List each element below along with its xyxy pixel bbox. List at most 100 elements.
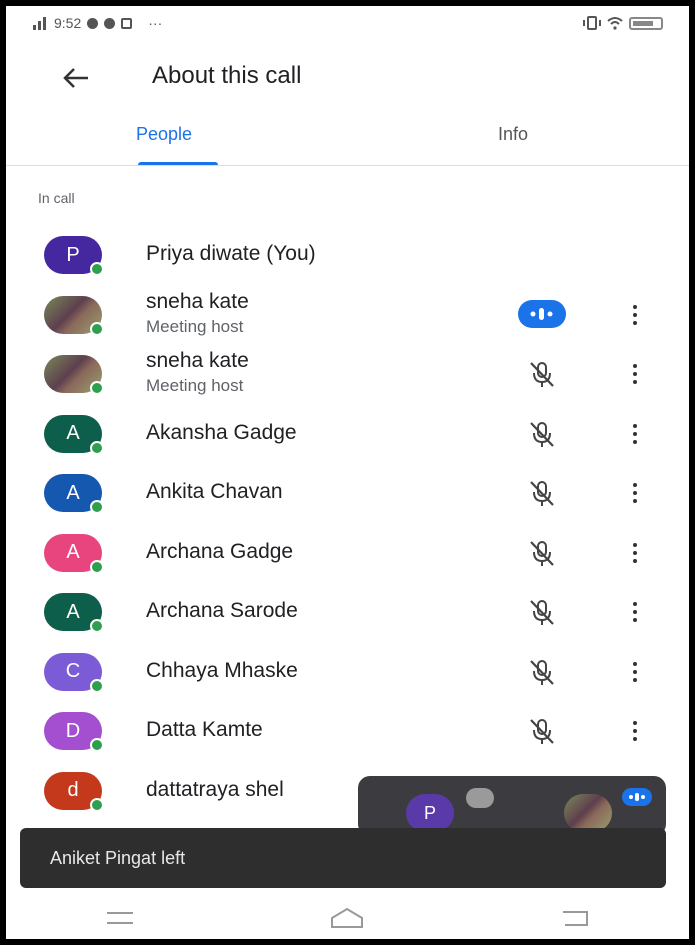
more-options-button[interactable] [620, 357, 650, 391]
presence-dot [90, 321, 104, 336]
page-title: About this call [152, 62, 302, 89]
screen: 9:52 ··· About this call People Info In … [6, 6, 689, 939]
mic-muted-button[interactable] [518, 476, 566, 510]
participant-row[interactable]: sneha kate Meeting host [6, 284, 689, 344]
more-options-button[interactable] [620, 417, 650, 451]
more-vert-icon [633, 541, 637, 565]
mic-off-icon [530, 540, 554, 566]
participant-name: sneha kate [146, 349, 249, 372]
battery-icon [629, 16, 663, 30]
participant-row[interactable]: A Archana Sarode [6, 581, 689, 641]
mic-muted-button[interactable] [518, 655, 566, 689]
mic-muted-button[interactable] [518, 714, 566, 748]
presence-dot [90, 559, 104, 574]
presence-dot [90, 500, 104, 514]
participant-row[interactable]: sneha kate Meeting host [6, 343, 689, 403]
presence-dot [90, 738, 104, 752]
meet-notification-icon [87, 17, 99, 29]
participant-name: sneha kate [146, 289, 249, 313]
audio-level-icon [530, 307, 553, 320]
more-vert-icon [633, 481, 637, 505]
participant-name: Datta Kamte [146, 718, 263, 741]
snackbar-message: Aniket Pingat left [50, 847, 186, 868]
mic-off-icon [530, 362, 554, 387]
status-time: 9:52 [54, 15, 82, 31]
participant-name: Priya diwate (You) [146, 242, 316, 265]
pip-mute-badge [466, 788, 494, 808]
status-left: 9:52 ··· [32, 15, 162, 31]
audio-level-icon [629, 793, 645, 801]
participant-row[interactable]: D Datta Kamte [6, 700, 689, 760]
more-vert-icon [633, 719, 637, 743]
mic-muted-button[interactable] [518, 417, 566, 451]
more-vert-icon [633, 600, 637, 624]
presence-dot [90, 678, 104, 693]
tab-people[interactable]: People [136, 118, 192, 166]
mic-off-icon [530, 481, 554, 506]
nav-recents-button[interactable] [100, 903, 140, 933]
app-bar: About this call [6, 46, 689, 106]
mic-muted-button[interactable] [518, 595, 566, 629]
presence-dot [90, 440, 104, 455]
mic-muted-button[interactable] [518, 357, 566, 391]
menu-icon [106, 911, 133, 924]
nav-back-button[interactable] [555, 903, 595, 933]
participant-row[interactable]: C Chhaya Mhaske [6, 641, 689, 701]
participant-name: Akansha Gadge [146, 420, 297, 444]
more-vert-icon [633, 362, 637, 386]
participant-name: dattatraya shel [146, 777, 284, 801]
more-options-button[interactable] [620, 536, 650, 570]
tab-info[interactable]: Info [498, 118, 528, 166]
participant-row[interactable]: A Archana Gadge [6, 522, 689, 582]
pip-speaker-photo [564, 794, 612, 832]
more-vert-icon [633, 303, 637, 327]
chat-notification-icon [104, 17, 116, 29]
vibrate-icon [583, 16, 601, 30]
participant-row[interactable]: A Ankita Chavan [6, 462, 689, 522]
participant-row[interactable]: A Akansha Gadge [6, 403, 689, 463]
arrow-back-icon [63, 68, 88, 88]
signal-icon [33, 17, 46, 30]
status-bar: 9:52 ··· [6, 6, 689, 40]
more-options-button[interactable] [620, 595, 650, 629]
nav-home-button[interactable] [327, 903, 367, 933]
participant-name: Ankita Chavan [146, 480, 283, 503]
wifi-icon [607, 17, 623, 30]
participant-role: Meeting host [146, 376, 244, 395]
participant-name: Archana Sarode [146, 599, 298, 622]
more-vert-icon [633, 422, 637, 446]
more-options-button[interactable] [620, 298, 650, 332]
tab-bar: People Info [6, 118, 689, 166]
section-label-in-call: In call [38, 190, 75, 206]
mic-off-icon [530, 719, 554, 744]
more-vert-icon [633, 660, 637, 684]
self-view-pip[interactable]: P [358, 776, 666, 836]
tab-indicator [138, 162, 218, 165]
mic-muted-button[interactable] [518, 536, 566, 570]
pip-self-avatar: P [406, 794, 454, 832]
more-options-button[interactable] [620, 476, 650, 510]
back-button[interactable] [56, 58, 96, 98]
participant-row[interactable]: P Priya diwate (You) [6, 224, 689, 284]
more-notifications-ellipsis: ··· [148, 15, 163, 31]
status-right [583, 16, 663, 30]
presence-dot [90, 381, 104, 395]
speaking-indicator [518, 299, 566, 328]
mic-off-icon [530, 600, 554, 625]
mic-off-icon [530, 421, 554, 447]
presence-dot [90, 619, 104, 633]
participant-name: Chhaya Mhaske [146, 658, 298, 682]
back-nav-icon [563, 910, 589, 926]
presence-dot [90, 262, 104, 276]
participant-list: P Priya diwate (You) sneha kate Meeting … [6, 224, 689, 819]
mic-off-icon [530, 659, 554, 685]
app-notification-icon [121, 17, 133, 29]
snackbar: Aniket Pingat left [20, 828, 666, 888]
participant-name: Archana Gadge [146, 539, 294, 563]
pip-speaking-indicator [622, 788, 652, 806]
more-options-button[interactable] [620, 655, 650, 689]
participant-role: Meeting host [146, 316, 244, 336]
home-icon [331, 907, 364, 928]
presence-dot [90, 797, 104, 812]
more-options-button[interactable] [620, 714, 650, 748]
